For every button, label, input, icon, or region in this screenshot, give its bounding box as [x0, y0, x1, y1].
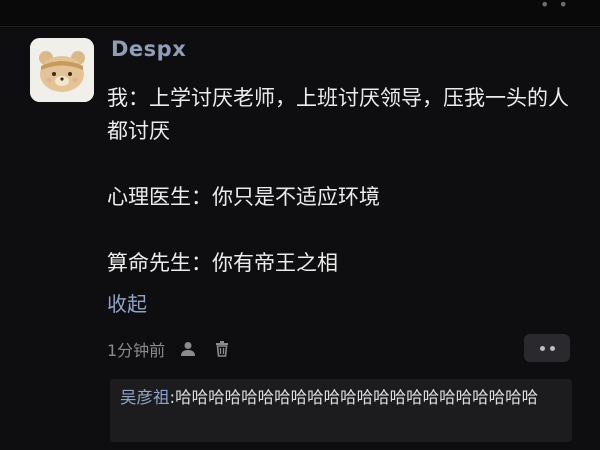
- comment-line-2: 心理医生：你只是不适应环境: [107, 185, 380, 209]
- reply-box[interactable]: 吴彦祖:哈哈哈哈哈哈哈哈哈哈哈哈哈哈哈哈哈哈哈哈哈哈: [110, 379, 572, 442]
- collapse-link[interactable]: 收起: [107, 288, 147, 317]
- comment-line-3: 算命先生：你有帝王之相: [107, 251, 338, 275]
- previous-more-dots-icon[interactable]: • •: [540, 0, 570, 13]
- comment-body: 我：上学讨厌老师，上班讨厌领导，压我一头的人都讨厌 心理医生：你只是不适应环境 …: [107, 82, 577, 280]
- previous-item-strip: • •: [0, 0, 600, 26]
- avatar[interactable]: [30, 38, 94, 102]
- timestamp: 1分钟前: [107, 341, 166, 360]
- divider: [0, 26, 600, 27]
- person-icon[interactable]: [177, 338, 199, 360]
- username[interactable]: Despx: [111, 37, 186, 61]
- comment-line-1: 我：上学讨厌老师，上班讨厌领导，压我一头的人都讨厌: [107, 86, 569, 143]
- trash-icon[interactable]: [211, 338, 233, 360]
- cartoon-bear-avatar-icon: [30, 38, 94, 102]
- comment-meta: 1分钟前: [107, 336, 233, 362]
- reply-author[interactable]: 吴彦祖: [120, 388, 170, 407]
- more-dots-icon[interactable]: [524, 334, 570, 362]
- reply-text: 吴彦祖:哈哈哈哈哈哈哈哈哈哈哈哈哈哈哈哈哈哈哈哈哈哈: [120, 385, 568, 410]
- reply-content: 哈哈哈哈哈哈哈哈哈哈哈哈哈哈哈哈哈哈哈哈哈哈: [175, 388, 539, 407]
